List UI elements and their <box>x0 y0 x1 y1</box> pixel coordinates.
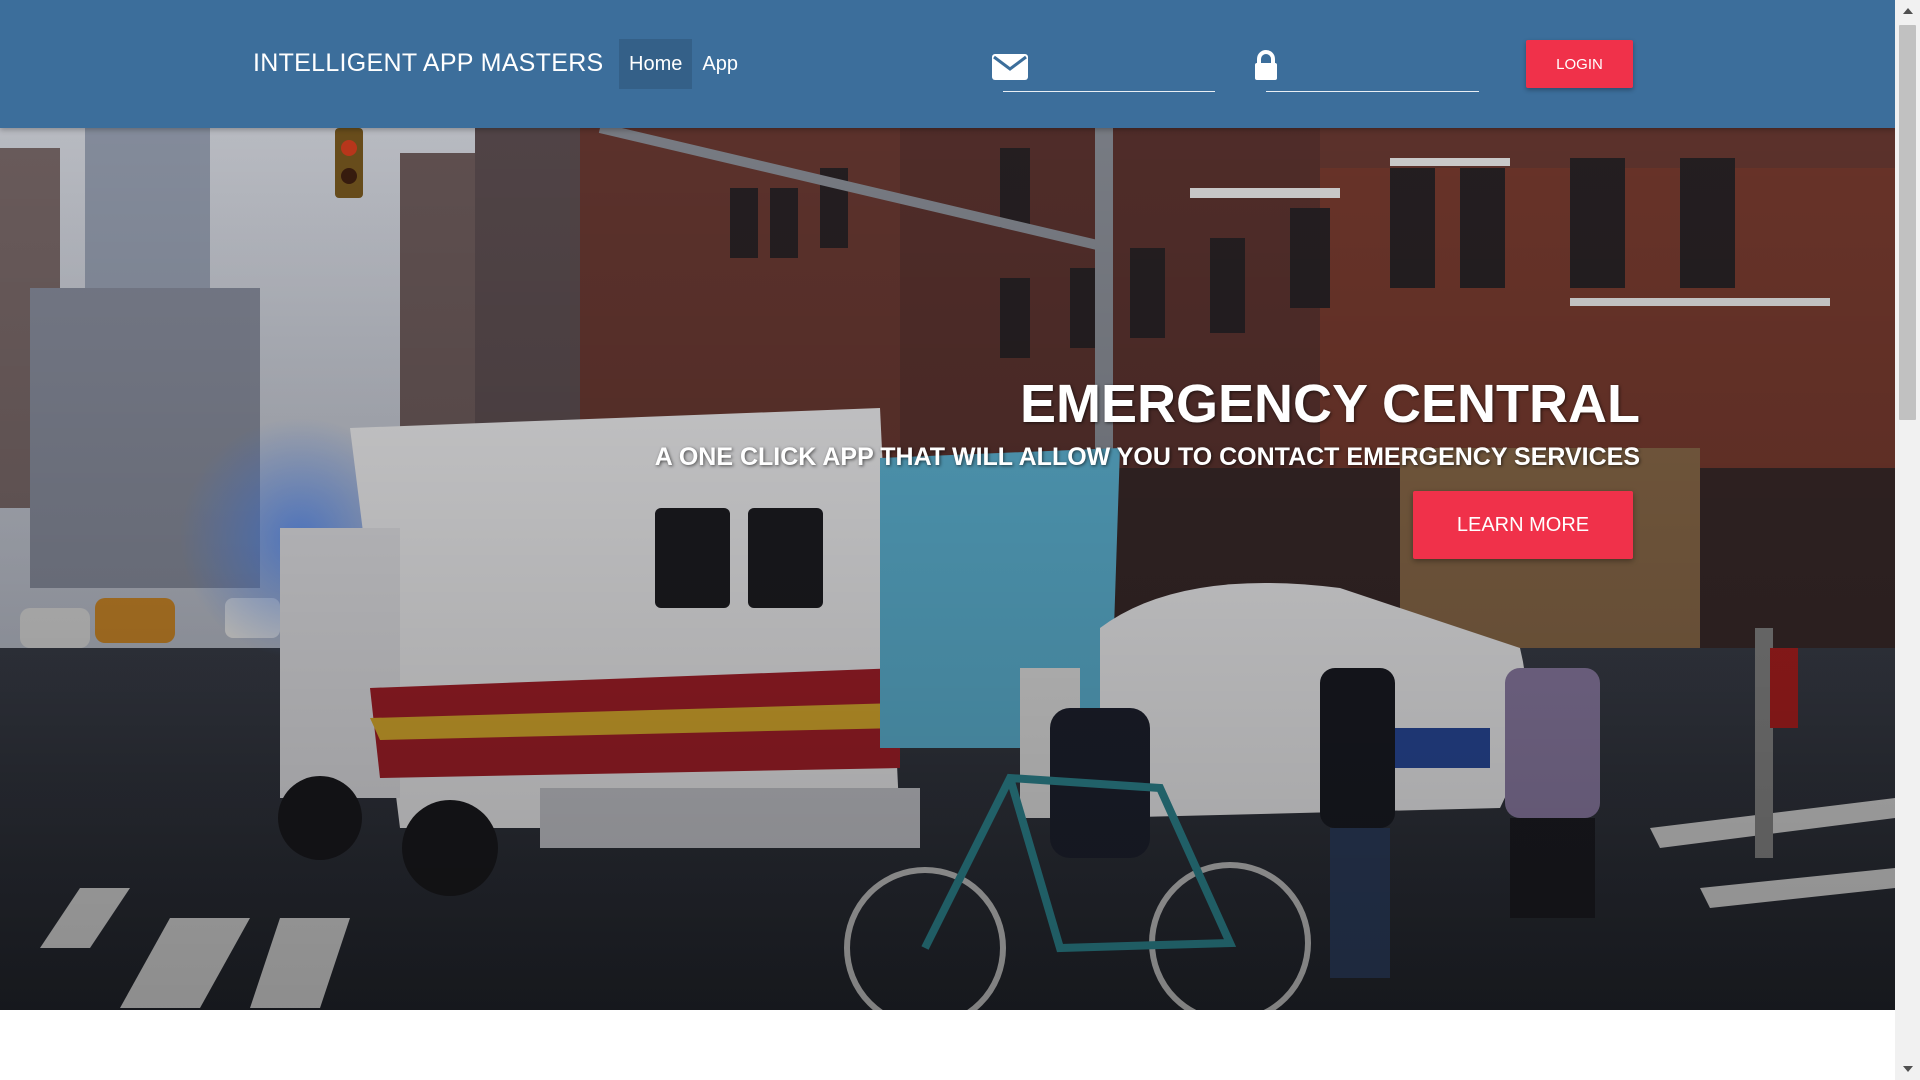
learn-more-button[interactable]: LEARN MORE <box>1413 491 1633 559</box>
scroll-down-arrow-icon[interactable] <box>1895 1058 1920 1080</box>
password-underline <box>1266 91 1479 92</box>
page: INTELLIGENT APP MASTERS Home App LOGIN E… <box>0 0 1920 1080</box>
hero-section: EMERGENCY CENTRAL A ONE CLICK APP THAT W… <box>0 128 1895 1010</box>
scroll-thumb[interactable] <box>1899 25 1916 420</box>
login-button[interactable]: LOGIN <box>1526 40 1633 88</box>
nav-link-app[interactable]: App <box>692 39 748 89</box>
hero-title: EMERGENCY CENTRAL <box>1019 374 1640 434</box>
password-field-group <box>1253 42 1479 92</box>
email-underline <box>1003 91 1215 92</box>
password-input[interactable] <box>1293 46 1477 88</box>
brand-title[interactable]: INTELLIGENT APP MASTERS <box>253 49 604 78</box>
lock-icon <box>1253 50 1279 87</box>
nav-links: Home App <box>619 39 748 89</box>
scroll-up-arrow-icon[interactable] <box>1895 0 1920 22</box>
envelope-icon <box>991 52 1029 87</box>
nav-link-home[interactable]: Home <box>619 39 693 89</box>
page-scrollbar[interactable] <box>1895 0 1920 1080</box>
email-field-group <box>991 42 1215 92</box>
hero-background-image <box>0 128 1895 1010</box>
email-input[interactable] <box>1039 46 1213 88</box>
top-navbar: INTELLIGENT APP MASTERS Home App LOGIN <box>0 0 1895 128</box>
hero-subtitle: A ONE CLICK APP THAT WILL ALLOW YOU TO C… <box>654 443 1640 471</box>
